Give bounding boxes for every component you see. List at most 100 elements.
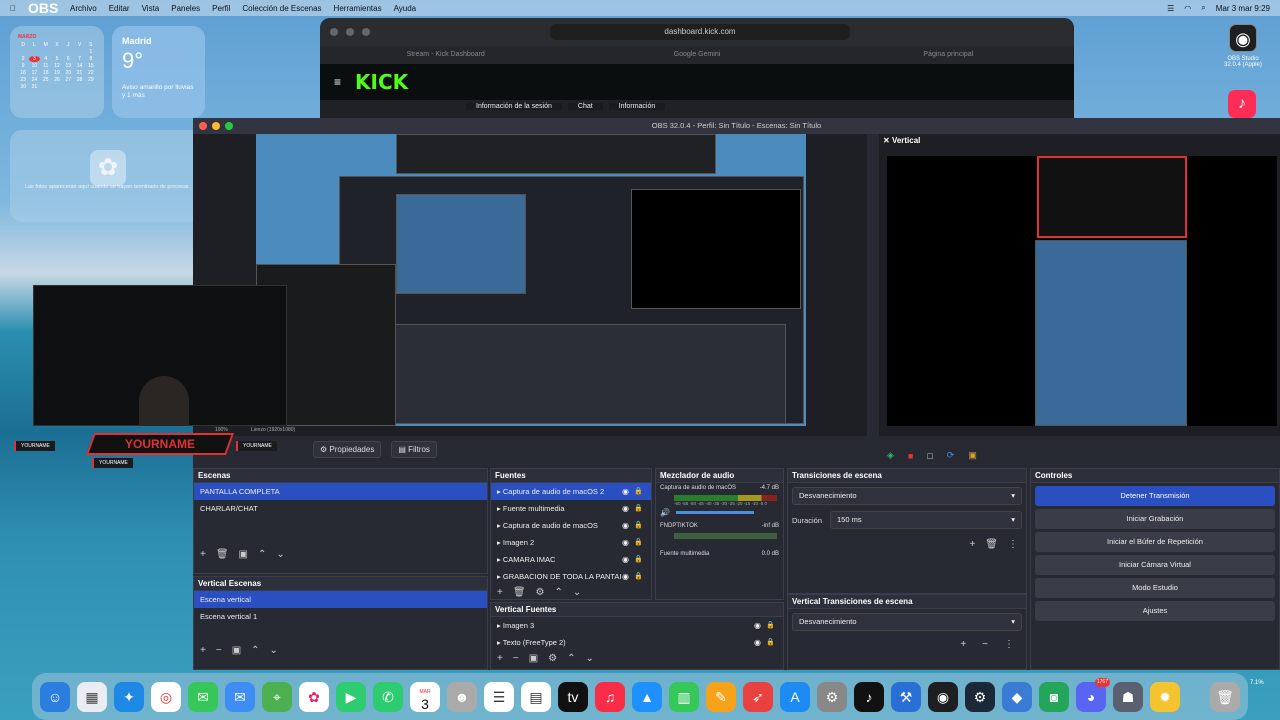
add-icon[interactable]: + [960,639,966,650]
virtual-camera-button[interactable]: Iniciar Cámara Virtual [1035,555,1275,575]
lock-icon[interactable]: 🔒 [766,634,775,651]
eye-icon[interactable]: ◉ [622,500,629,517]
tab-gemini[interactable]: Google Gemini [571,46,822,64]
up-icon[interactable]: ⌃ [258,549,266,560]
maximize-button[interactable] [362,28,370,36]
source-item[interactable]: ▸ Imagen 2 ◉ 🔒 [491,534,651,551]
menu-icon[interactable]: ≡ [334,75,341,89]
eye-icon[interactable]: ◉ [622,534,629,551]
down-icon[interactable]: ⌄ [586,653,594,664]
eye-icon[interactable]: ◉ [754,634,761,651]
menu-paneles[interactable]: Paneles [171,4,200,13]
settings-app-icon[interactable]: ⚙ [817,681,847,712]
control-center-icon[interactable]: ☰ [1167,4,1174,13]
apple-icon[interactable]:  [10,4,16,13]
stream-indicator-icon[interactable]: ◈ [887,450,894,461]
main-preview[interactable]: 100% Lienzo (1920x1080) [193,134,867,436]
messages-icon[interactable]: ✉ [188,681,218,712]
filter-icon[interactable]: ▣ [239,549,248,560]
webcam-window[interactable] [33,285,287,426]
pages-icon[interactable]: ✎ [706,681,736,712]
source-item[interactable]: ▸ CAMARA IMAC ◉ 🔒 [491,551,651,568]
notes-icon[interactable]: ▤ [521,681,551,712]
tiktok-dock-icon[interactable]: ♪ [854,681,884,712]
up-icon[interactable]: ⌃ [567,653,575,664]
minus-icon[interactable]: − [216,645,222,656]
scene-item[interactable]: Escena vertical 1 [194,608,487,625]
phone-icon[interactable]: ✆ [373,681,403,712]
add-icon[interactable]: + [969,539,975,550]
trash-icon[interactable]: 🗑 [985,539,998,550]
scene-item[interactable]: PANTALLA COMPLETA [194,483,487,500]
source-item[interactable]: ▸ Texto (FreeType 2) ◉ 🔒 [491,634,783,651]
eye-icon[interactable]: ◉ [754,617,761,634]
studio-mode-button[interactable]: Modo Estudio [1035,578,1275,598]
transition-select[interactable]: Desvanecimiento [792,487,1022,505]
tab-filters[interactable]: ▤ Filtros [391,441,437,458]
discord-icon[interactable]: ◕ 1767 [1076,677,1110,712]
start-recording-button[interactable]: Iniciar Grabación [1035,509,1275,529]
calendar-app-icon[interactable]: MAR 3 [410,681,440,712]
tips-icon[interactable]: ✹ [1150,681,1180,712]
menu-vista[interactable]: Vista [142,4,160,13]
rocket-icon[interactable]: ➶ [743,681,773,712]
add-icon[interactable]: + [200,549,206,560]
facetime-icon[interactable]: ▶ [336,681,366,712]
calendar-widget[interactable]: MARZO D L M X J V S 1 2 3 4 5 6 7 8 9 10 11 12 13 14 15 16 17 18… [10,26,104,118]
tv-icon[interactable]: tv [558,681,588,712]
stop-icon[interactable]: □ [927,451,932,461]
record-indicator-icon[interactable]: ■ [908,451,913,461]
replay-buffer-button[interactable]: Iniciar el Búfer de Repetición [1035,532,1275,552]
app-menu[interactable]: OBS [28,0,58,23]
trash-icon[interactable]: 🗑 [216,549,229,560]
minus-icon[interactable]: − [982,639,988,650]
panel-session[interactable]: Información de la sesión [466,102,562,110]
filter-icon[interactable]: ▣ [529,653,538,664]
game-icon[interactable]: ◙ [1039,681,1069,712]
xcode-icon[interactable]: ⚒ [891,681,921,712]
launchpad-icon[interactable]: ▦ [77,681,107,712]
kick-logo[interactable]: KICK [355,70,408,94]
filter-icon[interactable]: ▣ [232,645,241,656]
more-icon[interactable]: ⋮ [1004,639,1014,650]
menu-perfil[interactable]: Perfil [212,4,230,13]
stop-stream-button[interactable]: Detener Transmisión [1035,486,1275,506]
down-icon[interactable]: ⌄ [573,587,581,598]
add-icon[interactable]: + [497,653,503,664]
settings-button[interactable]: Ajustes [1035,601,1275,621]
safari-icon[interactable]: ✦ [114,681,144,712]
sync-icon[interactable]: ⟳ [947,450,955,461]
volume-slider[interactable] [675,511,754,514]
minimize-button[interactable] [212,122,220,130]
clock[interactable]: Mar 3 mar 9:29 [1216,4,1270,13]
weather-widget[interactable]: Madrid 9° Aviso amarillo por lluvias y 1… [112,26,205,118]
duration-input[interactable]: 150 ms [830,511,1022,529]
minus-icon[interactable]: − [513,653,519,664]
numbers-icon[interactable]: ▥ [669,681,699,712]
scene-item[interactable]: Escena vertical [194,591,487,608]
tiktok-icon[interactable]: ♪ [1228,90,1256,118]
robot-icon[interactable]: ☗ [1113,681,1143,712]
tab-kick[interactable]: Stream - Kick Dashboard [320,46,571,64]
up-icon[interactable]: ⌃ [555,587,563,598]
tab-properties[interactable]: ⚙ Propiedades [313,441,382,458]
lock-icon[interactable]: 🔒 [634,500,643,517]
lock-icon[interactable]: 🔒 [766,617,775,634]
source-item[interactable]: ▸ Fuente multimedia ◉ 🔒 [491,500,651,517]
lock-icon[interactable]: 🔒 [634,568,643,585]
obs-dock-icon[interactable]: ◉ [928,681,958,712]
trash-icon[interactable]: 🗑 [1210,681,1240,712]
reminders-icon[interactable]: ☰ [484,681,514,712]
add-icon[interactable]: + [497,587,503,598]
more-icon[interactable]: ⋮ [1008,539,1018,550]
steam-icon[interactable]: ⚙ [965,681,995,712]
up-icon[interactable]: ⌃ [251,645,259,656]
maps-icon[interactable]: ⌖ [262,681,292,712]
vertical-canvas[interactable] [887,156,1277,426]
eye-icon[interactable]: ◉ [622,551,629,568]
finder-icon[interactable]: ☺ [40,681,70,712]
down-icon[interactable]: ⌄ [276,549,284,560]
lock-icon[interactable]: 🔒 [634,483,643,500]
down-icon[interactable]: ⌄ [270,645,278,656]
search-icon[interactable]: ⌕ [1201,3,1205,13]
